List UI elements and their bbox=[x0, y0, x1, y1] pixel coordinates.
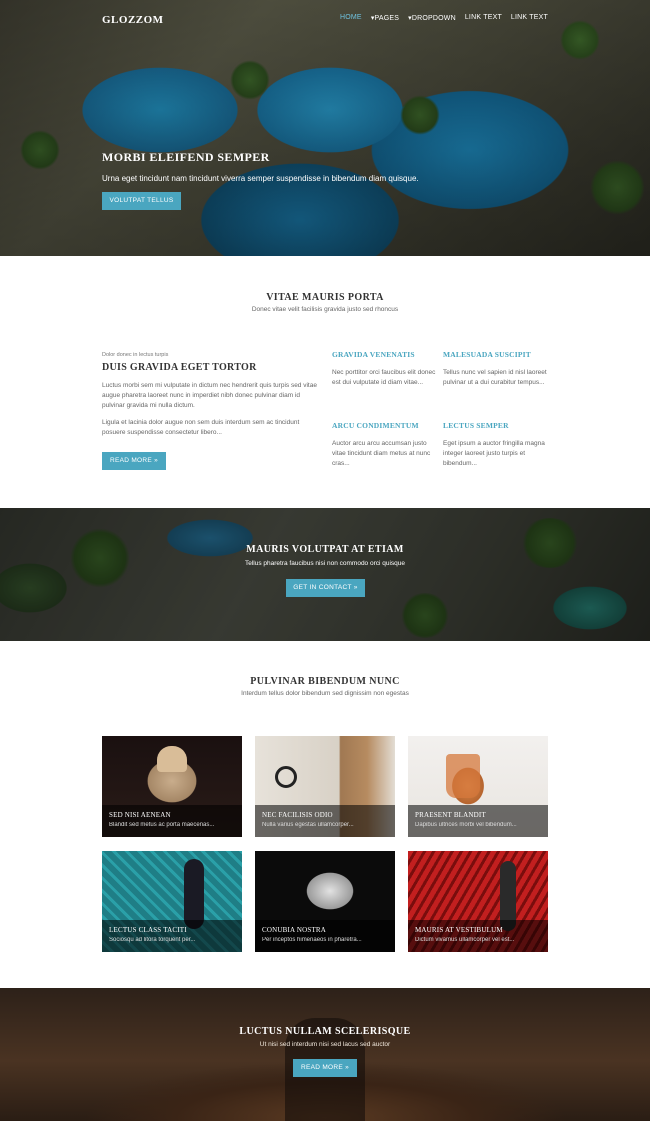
gallery-item-text: Per inceptos himenaeos in pharetra... bbox=[262, 937, 362, 943]
nav-pages[interactable]: ▾PAGES bbox=[371, 14, 399, 22]
gallery-item-title: NEC FACILISIS ODIO bbox=[262, 811, 333, 819]
gallery-item-text: Blandit sed metus ac porta maecenas... bbox=[109, 822, 215, 828]
gallery-item-text: Sociosqu ad litora torquent per... bbox=[109, 937, 196, 943]
hero-overlay bbox=[0, 0, 650, 256]
gallery-item-drink[interactable]: PRAESENT BLANDIT Dapibus ultrices morbi … bbox=[408, 736, 548, 837]
bicycle-image bbox=[275, 766, 297, 788]
hero-cta-button[interactable]: VOLUTPAT TELLUS bbox=[102, 192, 181, 210]
gallery-caption: PRAESENT BLANDIT Dapibus ultrices morbi … bbox=[408, 805, 548, 837]
column-title-gravida[interactable]: GRAVIDA VENENATIS bbox=[332, 350, 415, 359]
gallery-item-man[interactable]: MAURIS AT VESTIBULUM Dictum vivamus ulla… bbox=[408, 851, 548, 952]
main-nav: HOME ▾PAGES ▾DROPDOWN LINK TEXT LINK TEX… bbox=[340, 14, 548, 22]
column-text-malesuada: Tellus nunc vel sapien id nisl laoreet p… bbox=[443, 369, 547, 386]
nav-link-text-1[interactable]: LINK TEXT bbox=[465, 14, 502, 22]
band-overlay bbox=[0, 508, 650, 641]
gallery-item-hat[interactable]: SED NISI AENEAN Blandit sed metus ac por… bbox=[102, 736, 242, 837]
column-text-arcu: Auctor arcu arcu accumsan justo vitae ti… bbox=[332, 440, 431, 467]
footer-band-subtitle: Ut nisi sed interdum nisi sed lacus sed … bbox=[259, 1041, 391, 1048]
gallery-item-bike[interactable]: NEC FACILISIS ODIO Nulla varius egestas … bbox=[255, 736, 395, 837]
get-in-contact-button[interactable]: GET IN CONTACT » bbox=[286, 579, 365, 597]
hero-banner: GLOZZOM HOME ▾PAGES ▾DROPDOWN LINK TEXT … bbox=[0, 0, 650, 256]
drink-image bbox=[446, 754, 480, 798]
column-title-arcu[interactable]: ARCU CONDIMENTUM bbox=[332, 421, 419, 430]
nav-home[interactable]: HOME bbox=[340, 14, 362, 22]
nav-dropdown[interactable]: ▾DROPDOWN bbox=[408, 14, 456, 22]
site-logo[interactable]: GLOZZOM bbox=[102, 14, 164, 26]
gallery-subtitle: Interdum tellus dolor bibendum sed digni… bbox=[241, 690, 409, 697]
gallery-item-title: MAURIS AT VESTIBULUM bbox=[415, 926, 503, 934]
feature-paragraph-2: Ligula et lacinia dolor augue non sem du… bbox=[102, 419, 300, 436]
gallery-caption: MAURIS AT VESTIBULUM Dictum vivamus ulla… bbox=[408, 920, 548, 952]
gallery-item-text: Nulla varius egestas ullamcorper... bbox=[262, 822, 354, 828]
intro-subtitle: Donec vitae velit facilisis gravida just… bbox=[251, 306, 399, 313]
gallery-caption: LECTUS CLASS TACITI Sociosqu ad litora t… bbox=[102, 920, 242, 952]
gallery-item-text: Dapibus ultrices morbi vel bibendum... bbox=[415, 822, 517, 828]
column-text-lectus: Eget ipsum a auctor fringilla magna inte… bbox=[443, 440, 545, 467]
hero-title: MORBI ELEIFEND SEMPER bbox=[102, 150, 270, 164]
feature-title: DUIS GRAVIDA EGET TORTOR bbox=[102, 362, 257, 373]
gallery-item-title: LECTUS CLASS TACITI bbox=[109, 926, 187, 934]
gallery-item-runner[interactable]: LECTUS CLASS TACITI Sociosqu ad litora t… bbox=[102, 851, 242, 952]
column-title-lectus[interactable]: LECTUS SEMPER bbox=[443, 421, 509, 430]
gallery-title: PULVINAR BIBENDUM NUNC bbox=[250, 676, 400, 687]
gallery-item-title: SED NISI AENEAN bbox=[109, 811, 171, 819]
gallery-caption: SED NISI AENEAN Blandit sed metus ac por… bbox=[102, 805, 242, 837]
band-title: MAURIS VOLUTPAT AT ETIAM bbox=[246, 544, 404, 555]
feature-paragraph-1: Luctus morbi sem mi vulputate in dictum … bbox=[102, 382, 317, 409]
contact-band: MAURIS VOLUTPAT AT ETIAM Tellus pharetra… bbox=[0, 508, 650, 641]
nav-link-text-2[interactable]: LINK TEXT bbox=[511, 14, 548, 22]
gallery-caption: CONUBIA NOSTRA Per inceptos himenaeos in… bbox=[255, 920, 395, 952]
gallery-item-lamp[interactable]: CONUBIA NOSTRA Per inceptos himenaeos in… bbox=[255, 851, 395, 952]
hat-image bbox=[157, 746, 187, 772]
band-subtitle: Tellus pharetra faucibus nisi non commod… bbox=[244, 560, 406, 567]
gallery-item-title: PRAESENT BLANDIT bbox=[415, 811, 486, 819]
gallery-caption: NEC FACILISIS ODIO Nulla varius egestas … bbox=[255, 805, 395, 837]
intro-title: VITAE MAURIS PORTA bbox=[266, 292, 384, 303]
feature-kicker: Dolor donec in lectus turpis bbox=[102, 352, 169, 358]
runner-image bbox=[184, 859, 204, 929]
hero-subtitle: Urna eget tincidunt nam tincidunt viverr… bbox=[102, 174, 419, 183]
column-text-gravida: Nec porttitor orci faucibus elit donec e… bbox=[332, 369, 436, 386]
footer-read-more-button[interactable]: READ MORE » bbox=[293, 1059, 357, 1077]
footer-band: LUCTUS NULLAM SCELERISQUE Ut nisi sed in… bbox=[0, 988, 650, 1121]
read-more-button[interactable]: READ MORE » bbox=[102, 452, 166, 470]
footer-band-title: LUCTUS NULLAM SCELERISQUE bbox=[239, 1026, 411, 1037]
gallery-item-title: CONUBIA NOSTRA bbox=[262, 926, 327, 934]
column-title-malesuada[interactable]: MALESUADA SUSCIPIT bbox=[443, 350, 531, 359]
gallery-item-text: Dictum vivamus ullamcorper vel est... bbox=[415, 937, 515, 943]
